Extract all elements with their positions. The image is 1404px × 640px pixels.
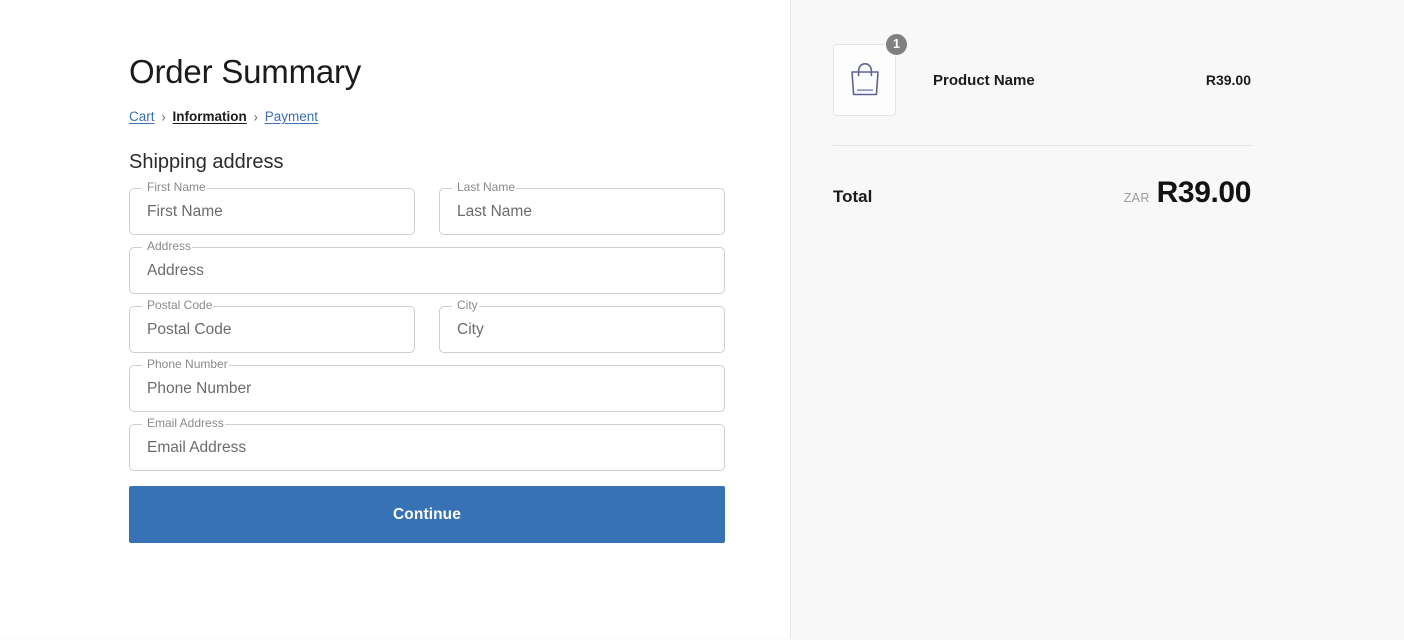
postal-code-input[interactable] (129, 306, 415, 353)
shipping-address-form: First Name Last Name Addre (129, 180, 725, 543)
order-summary-panel: 1 Product Name R39.00 Total ZAR R39.00 (791, 0, 1404, 640)
label-phone-number: Phone Number (147, 357, 228, 371)
label-address: Address (147, 239, 192, 253)
field-phone-number: Phone Number (129, 357, 725, 412)
city-input[interactable] (439, 306, 725, 353)
shipping-address-heading: Shipping address (129, 151, 284, 173)
form-row: First Name Last Name (129, 180, 725, 235)
total-value: R39.00 (1156, 176, 1252, 209)
field-email-address: Email Address (129, 416, 725, 471)
label-last-name: Last Name (457, 180, 516, 194)
product-thumbnail: 1 (833, 33, 908, 116)
order-line-item: 1 Product Name R39.00 (833, 0, 1253, 116)
summary-divider (833, 145, 1253, 146)
product-name: Product Name (933, 71, 1035, 89)
email-address-input[interactable] (129, 424, 725, 471)
form-row: Postal Code City (129, 298, 725, 353)
address-input[interactable] (129, 247, 725, 294)
form-row: Address (129, 239, 725, 294)
breadcrumb-separator-icon: › (161, 108, 166, 126)
last-name-input[interactable] (439, 188, 725, 235)
label-email-address: Email Address (147, 416, 224, 430)
product-price: R39.00 (1205, 72, 1251, 88)
field-first-name: First Name (129, 180, 415, 235)
label-city: City (457, 298, 478, 312)
order-total-row: Total ZAR R39.00 (833, 176, 1253, 210)
product-thumbnail-frame (833, 44, 896, 116)
breadcrumb: Cart › Information › Payment (129, 108, 725, 126)
first-name-input[interactable] (129, 188, 415, 235)
breadcrumb-item-payment[interactable]: Payment (265, 108, 318, 126)
shopping-bag-icon (850, 62, 879, 96)
field-city: City (439, 298, 725, 353)
breadcrumb-separator-icon: › (253, 108, 258, 126)
breadcrumb-item-information[interactable]: Information (173, 108, 247, 126)
field-last-name: Last Name (439, 180, 725, 235)
checkout-page: Order Summary Cart › Information › Payme… (0, 0, 1404, 640)
label-first-name: First Name (147, 180, 206, 194)
label-postal-code: Postal Code (147, 298, 213, 312)
field-address: Address (129, 239, 725, 294)
form-row: Email Address (129, 416, 725, 471)
total-currency: ZAR (1123, 191, 1150, 205)
product-quantity-badge: 1 (885, 33, 908, 56)
phone-number-input[interactable] (129, 365, 725, 412)
breadcrumb-item-cart[interactable]: Cart (129, 108, 155, 126)
field-postal-code: Postal Code (129, 298, 415, 353)
page-title: Order Summary (129, 53, 362, 90)
form-row: Phone Number (129, 357, 725, 412)
continue-button[interactable]: Continue (129, 486, 725, 543)
total-amount: ZAR R39.00 (1124, 176, 1253, 210)
checkout-form-panel: Order Summary Cart › Information › Payme… (0, 0, 791, 640)
total-label: Total (833, 187, 873, 206)
